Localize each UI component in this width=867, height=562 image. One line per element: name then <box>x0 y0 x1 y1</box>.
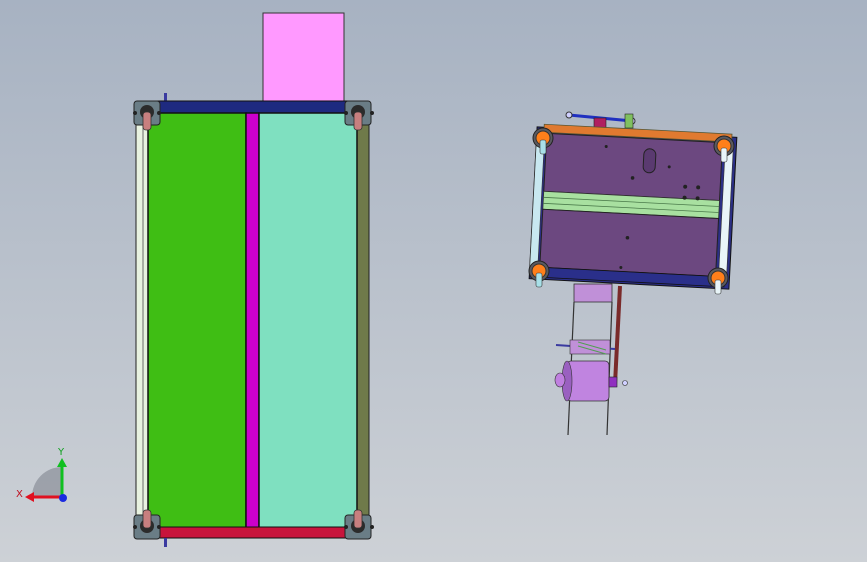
top-bar <box>147 100 361 114</box>
lower-arm-assembly <box>554 283 628 436</box>
plate-slot <box>642 148 657 174</box>
cad-scene[interactable]: Y X <box>0 0 867 562</box>
roller <box>566 360 610 402</box>
corner-bolt-bottom-right <box>707 267 729 295</box>
main-plate-upper <box>543 132 724 202</box>
teal-panel <box>258 112 358 529</box>
cad-viewport[interactable]: Y X <box>0 0 867 562</box>
right-rail <box>356 114 370 527</box>
green-panel <box>147 112 247 529</box>
bottom-bar <box>147 526 361 539</box>
bottom-pin <box>164 538 167 547</box>
main-plate-lower <box>539 208 720 277</box>
magenta-strip <box>245 112 260 529</box>
y-axis-label: Y <box>57 447 65 458</box>
x-axis-label: X <box>16 489 23 500</box>
rotated-mechanism-assembly[interactable] <box>528 111 738 436</box>
left-rail <box>135 114 149 527</box>
pink-block <box>262 12 345 102</box>
coordinate-triad: Y X <box>16 447 67 502</box>
frame-assembly-top-view[interactable] <box>133 12 374 547</box>
corner-bolt-bottom-left <box>528 260 550 288</box>
